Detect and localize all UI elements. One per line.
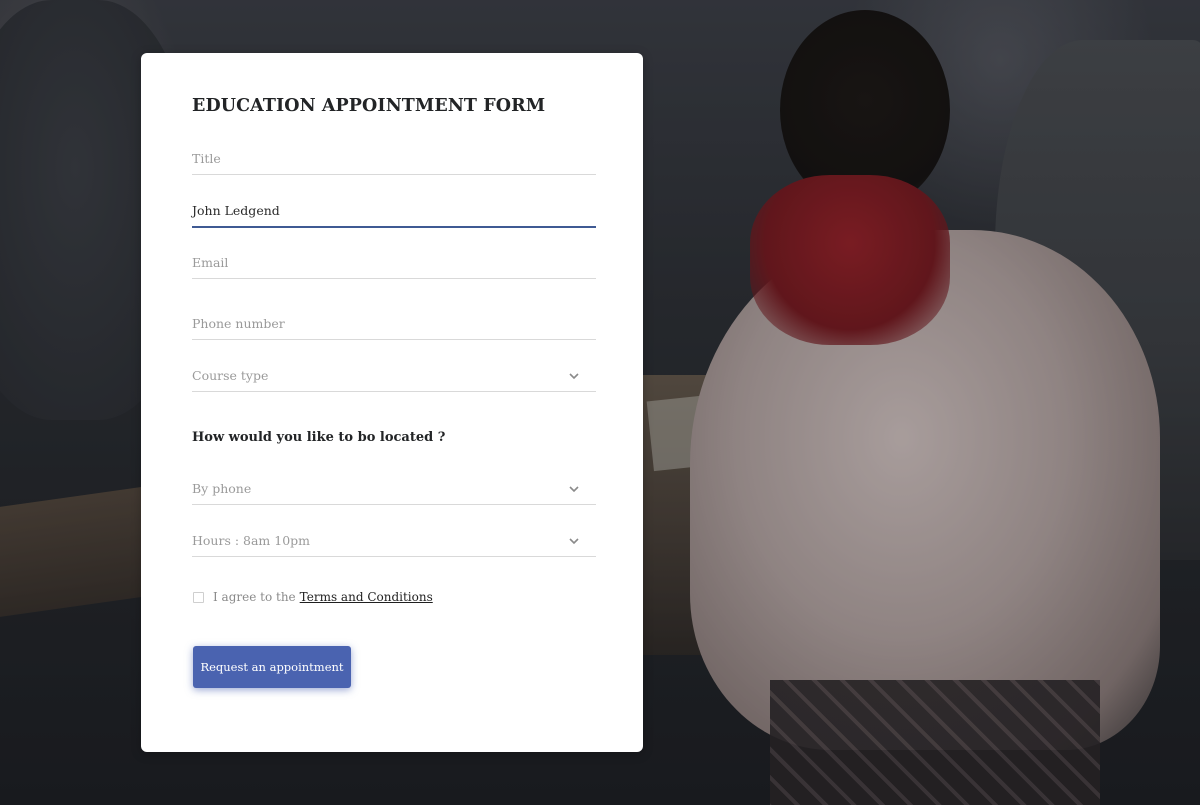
location-question: How would you like to bo located ? xyxy=(192,430,446,445)
email-field[interactable]: Email xyxy=(192,252,596,279)
terms-agreement: I agree to the Terms and Conditions xyxy=(193,589,433,605)
course-type-select[interactable]: Course type xyxy=(192,365,596,392)
form-title: EDUCATION APPOINTMENT FORM xyxy=(192,96,546,116)
title-field[interactable]: Title xyxy=(192,148,596,175)
contact-method-select[interactable]: By phone xyxy=(192,478,596,505)
chevron-down-icon xyxy=(569,373,579,380)
terms-agreement-label: I agree to the xyxy=(213,590,296,604)
chevron-down-icon xyxy=(569,486,579,493)
phone-field[interactable]: Phone number xyxy=(192,313,596,340)
title-field-placeholder: Title xyxy=(192,151,221,166)
email-field-placeholder: Email xyxy=(192,255,229,270)
appointment-form-card: EDUCATION APPOINTMENT FORM Title John Le… xyxy=(141,53,643,752)
phone-field-placeholder: Phone number xyxy=(192,316,285,331)
chevron-down-icon xyxy=(569,538,579,545)
terms-checkbox[interactable] xyxy=(193,591,204,603)
terms-and-conditions-link[interactable]: Terms and Conditions xyxy=(300,590,433,604)
contact-method-select-value: By phone xyxy=(192,481,252,496)
course-type-select-value: Course type xyxy=(192,368,269,383)
request-appointment-button[interactable]: Request an appointment xyxy=(193,646,351,688)
name-field-value: John Ledgend xyxy=(192,203,280,218)
hours-select-value: Hours : 8am 10pm xyxy=(192,533,311,548)
hours-select[interactable]: Hours : 8am 10pm xyxy=(192,530,596,557)
name-field[interactable]: John Ledgend xyxy=(192,200,596,228)
